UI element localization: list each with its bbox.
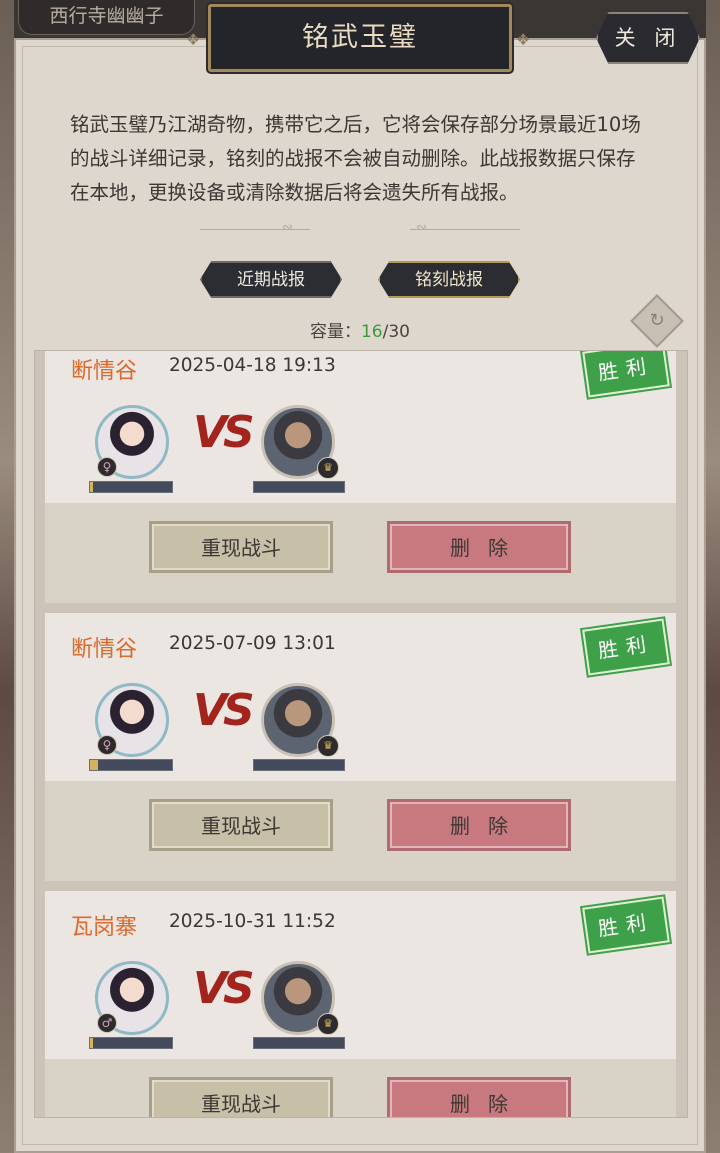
player-progress-bar [89,759,173,771]
delete-record-button[interactable]: 删除 [387,1077,571,1117]
vs-icon: VS [193,963,255,1014]
battle-record-card: 断情谷 2025-04-18 19:13 胜利 ♀ VS ♛ 重现战斗 删除 [45,351,676,603]
delete-record-button[interactable]: 删除 [387,799,571,851]
record-location: 断情谷 [71,359,138,384]
opponent-progress-bar [253,759,345,771]
opponent-progress-bar [253,1037,345,1049]
background-scenery-right [706,0,720,1153]
divider-left: ∾ [200,220,310,235]
rank-icon: ♛ [317,457,339,479]
record-location: 断情谷 [71,637,138,662]
player-progress-fill [90,760,99,770]
battle-report-list[interactable]: 断情谷 2025-04-18 19:13 胜利 ♀ VS ♛ 重现战斗 删除 断… [34,350,688,1118]
replay-battle-button[interactable]: 重现战斗 [149,521,333,573]
background-character-tab: 西行寺幽幽子 [18,0,195,35]
opponent-progress-bar [253,481,345,493]
tab-recent-reports[interactable]: 近期战报 [200,261,342,298]
close-button[interactable]: 关 闭 [596,12,700,64]
victory-badge: 胜利 [582,618,670,676]
refresh-icon: ↻ [649,310,665,331]
record-time: 2025-07-09 13:01 [169,633,336,654]
player-progress-fill [90,1038,94,1048]
record-actions: 重现战斗 删除 [45,781,676,881]
gender-icon: ♀ [97,735,117,755]
record-actions: 重现战斗 删除 [45,1059,676,1117]
vs-icon: VS [193,685,255,736]
dialog-title-plate: 铭武玉璧 [208,4,512,72]
capacity-counter: 容量：16/30 [0,317,720,342]
gender-icon: ♀ [97,457,117,477]
replay-battle-button[interactable]: 重现战斗 [149,1077,333,1117]
record-location: 瓦岗寨 [71,915,138,940]
rank-icon: ♛ [317,1013,339,1035]
record-actions: 重现战斗 删除 [45,503,676,603]
dialog-title: 铭武玉璧 [302,22,418,53]
capacity-used: 16 [360,322,383,342]
victory-badge: 胜利 [582,351,670,398]
title-ornament-right-icon: ❖ [516,30,531,49]
tab-engraved-reports[interactable]: 铭刻战报 [378,261,520,298]
player-progress-bar [89,1037,173,1049]
divider-right: ∾ [410,220,520,235]
title-ornament-left-icon: ❖ [186,30,201,49]
rank-icon: ♛ [317,735,339,757]
capacity-total: 30 [388,322,410,342]
victory-badge: 胜利 [582,896,670,954]
player-progress-fill [90,482,94,492]
capacity-label: 容量： [309,322,361,342]
replay-battle-button[interactable]: 重现战斗 [149,799,333,851]
delete-record-button[interactable]: 删除 [387,521,571,573]
player-progress-bar [89,481,173,493]
gender-icon: ♂ [97,1013,117,1033]
battle-record-card: 瓦岗寨 2025-10-31 11:52 胜利 ♂ VS ♛ 重现战斗 删除 [45,891,676,1117]
vs-icon: VS [193,407,255,458]
battle-record-card: 断情谷 2025-07-09 13:01 胜利 ♀ VS ♛ 重现战斗 删除 [45,613,676,881]
dialog-description: 铭武玉璧乃江湖奇物，携带它之后，它将会保存部分场景最近10场的战斗详细记录，铭刻… [70,113,641,204]
record-time: 2025-04-18 19:13 [169,355,336,376]
record-time: 2025-10-31 11:52 [169,911,336,932]
background-scenery-left [0,0,14,1153]
